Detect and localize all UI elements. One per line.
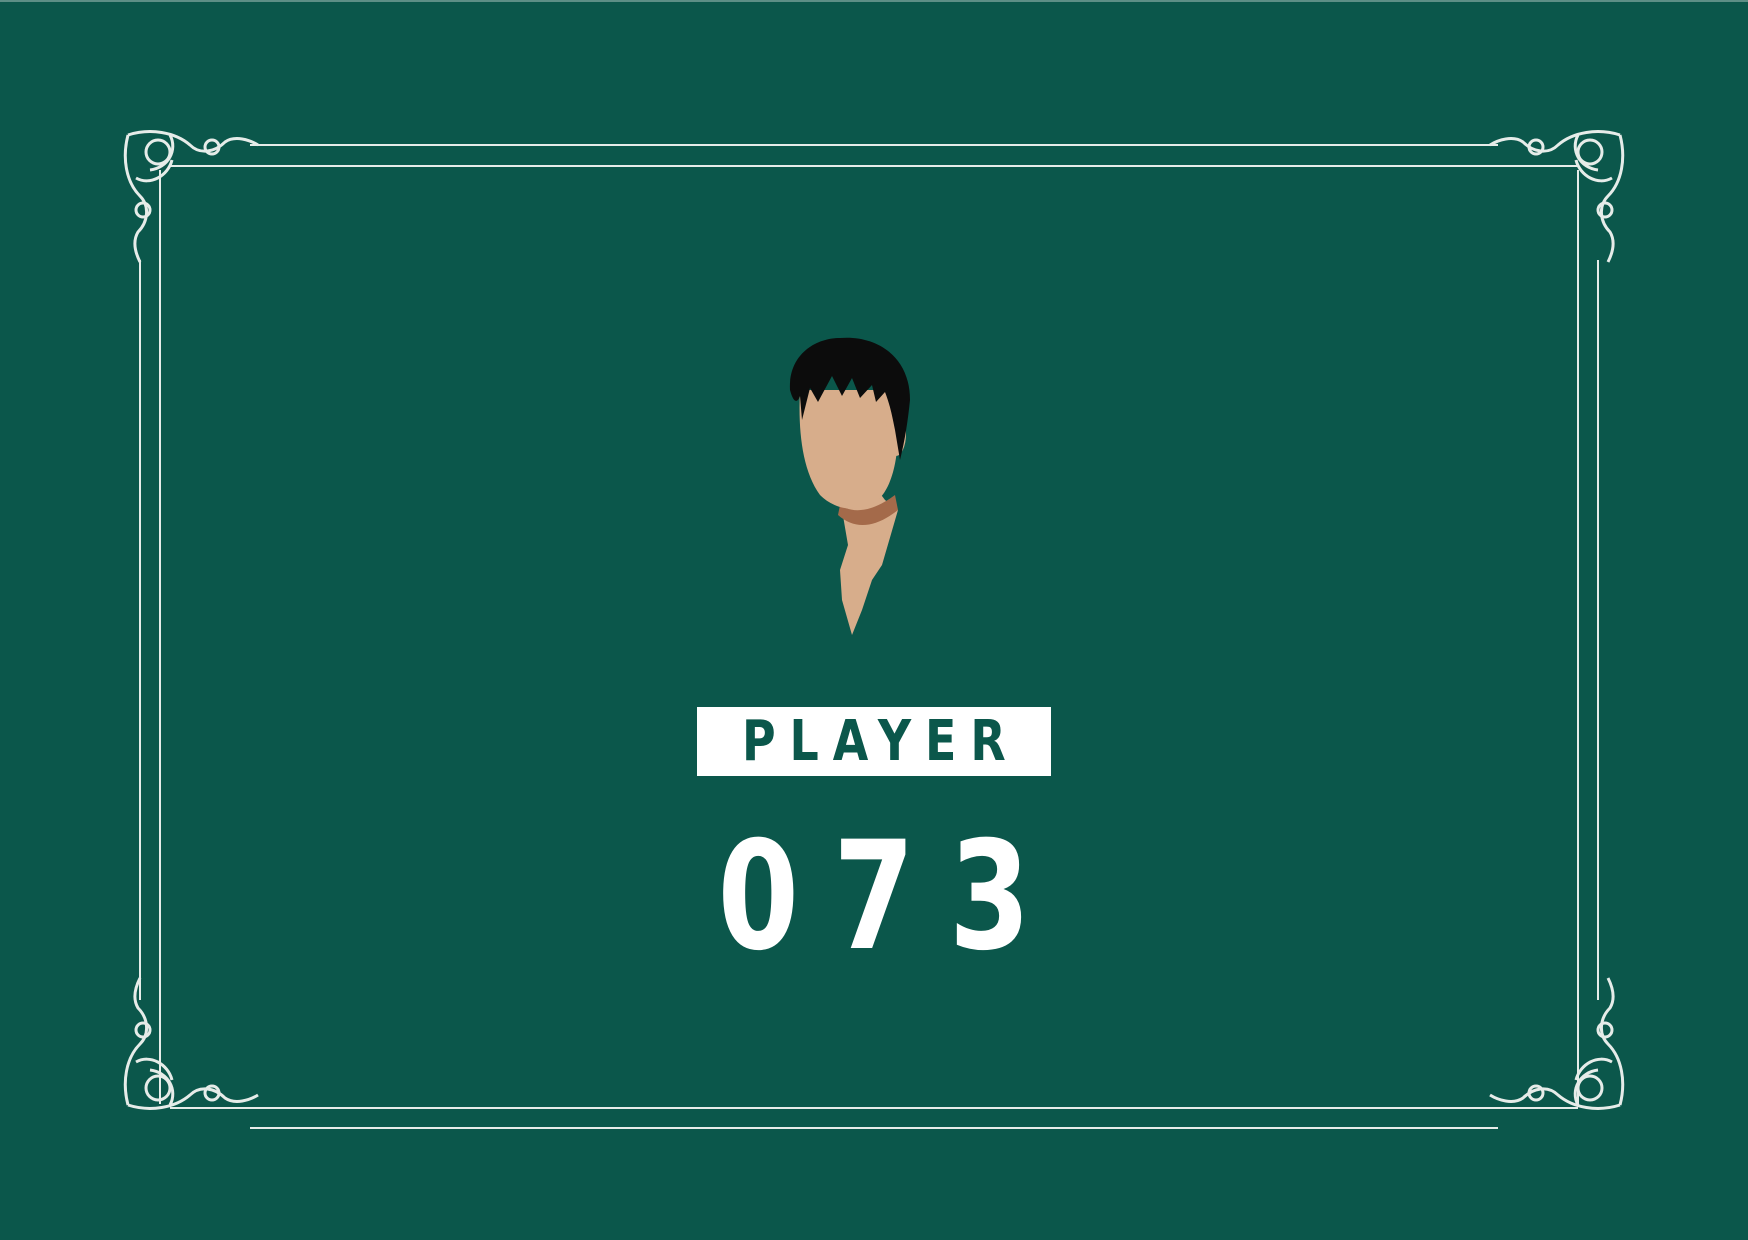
corner-ornament-bottom-left: [123, 977, 259, 1110]
face: [799, 390, 900, 509]
player-label-box: PLAYER: [697, 707, 1051, 776]
corner-ornament-bottom-right: [1489, 977, 1625, 1110]
corner-ornament-top-left: [123, 130, 259, 263]
player-portrait: [789, 337, 910, 635]
corner-ornament-top-right: [1489, 130, 1625, 263]
player-label: PLAYER: [742, 708, 1020, 774]
player-number: 073: [717, 810, 1065, 984]
